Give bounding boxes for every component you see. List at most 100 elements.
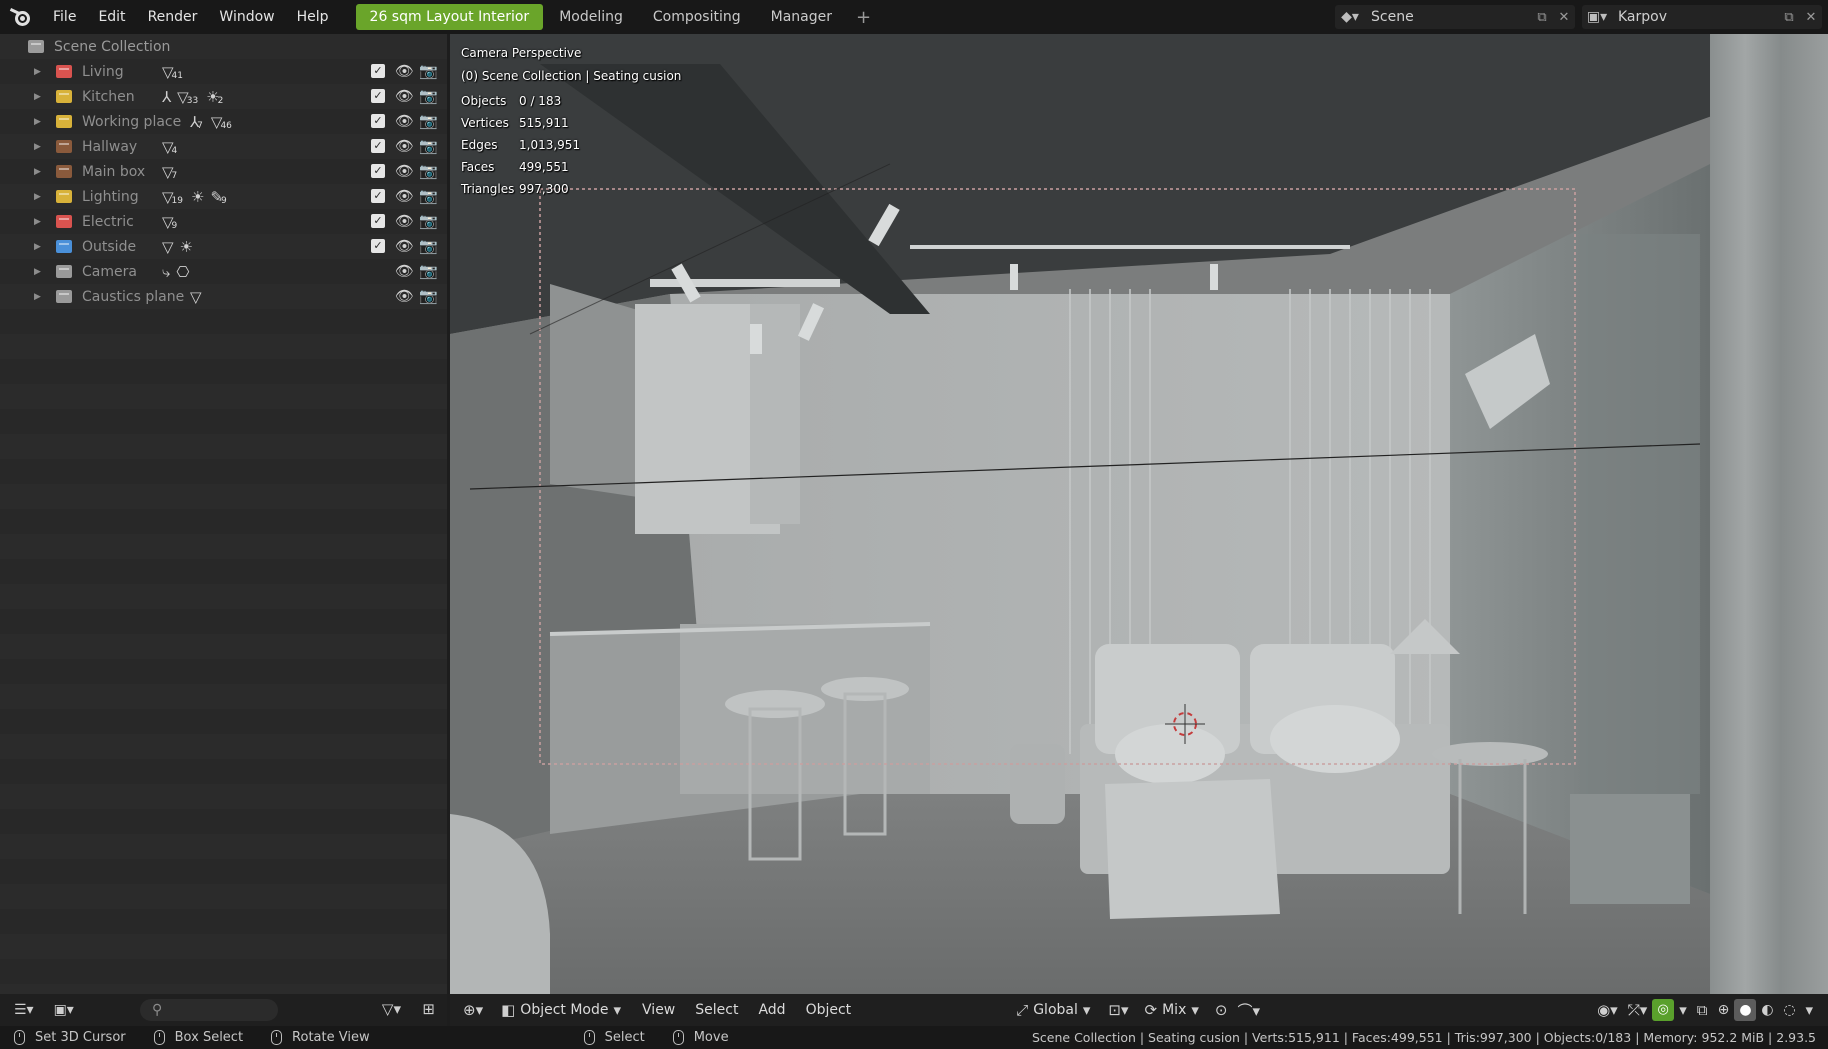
object-count-badge[interactable]: ⅄ 7 <box>190 113 203 131</box>
exclude-checkbox[interactable]: ✓ <box>371 239 385 253</box>
collection-name[interactable]: Lighting <box>82 189 162 205</box>
expand-arrow-icon[interactable]: ▶ <box>34 142 48 152</box>
eye-icon[interactable]: 👁 <box>395 187 414 205</box>
chevron-down-icon[interactable]: ▾ <box>1674 1001 1692 1019</box>
eye-icon[interactable]: 👁 <box>395 112 414 130</box>
outliner-collection-row[interactable]: ▶ Working place ⅄ 7 ▽ 46 ✓ 👁 📷 <box>0 109 447 134</box>
expand-arrow-icon[interactable]: ▶ <box>34 117 48 127</box>
expand-arrow-icon[interactable]: ▶ <box>34 92 48 102</box>
expand-arrow-icon[interactable]: ▶ <box>34 192 48 202</box>
workspace-tab-layout-interior[interactable]: 26 sqm Layout Interior <box>355 4 544 30</box>
expand-arrow-icon[interactable]: ▶ <box>34 267 48 277</box>
object-count-badge[interactable]: ▽ 41 <box>162 63 183 81</box>
eye-icon[interactable]: 👁 <box>395 62 414 80</box>
collection-name[interactable]: Main box <box>82 164 162 180</box>
workspace-tab-compositing[interactable]: Compositing <box>639 4 755 30</box>
eye-icon[interactable]: 👁 <box>395 287 414 305</box>
camera-render-icon[interactable]: 📷 <box>419 287 438 305</box>
expand-arrow-icon[interactable]: ▶ <box>34 217 48 227</box>
pivot-point-icon[interactable]: ⊡▾ <box>1103 1001 1133 1019</box>
exclude-checkbox[interactable]: ✓ <box>371 139 385 153</box>
object-count-badge[interactable]: ☀ <box>191 188 204 206</box>
outliner-root-row[interactable]: Scene Collection <box>0 34 447 59</box>
outliner-collection-row[interactable]: ▶ Outside ▽ ☀ ✓ 👁 📷 <box>0 234 447 259</box>
overlays-icon[interactable]: ◎ <box>1652 999 1675 1021</box>
visibility-icon[interactable]: ◉▾ <box>1592 1001 1623 1019</box>
collection-name[interactable]: Kitchen <box>82 89 162 105</box>
view-layer-selector[interactable]: ▣▾ Karpov ⧉ ✕ <box>1582 5 1822 29</box>
object-count-badge[interactable]: ▽ 9 <box>162 213 177 231</box>
snap-selector[interactable]: ⟳ Mix ▾ <box>1140 998 1204 1022</box>
eye-icon[interactable]: 👁 <box>395 137 414 155</box>
chevron-down-icon[interactable]: ▾ <box>1800 1001 1818 1019</box>
expand-arrow-icon[interactable]: ▶ <box>34 67 48 77</box>
falloff-icon[interactable]: ⌒▾ <box>1232 1000 1265 1021</box>
mode-selector[interactable]: ◧ Object Mode ▾ <box>496 998 632 1022</box>
menu-render[interactable]: Render <box>137 0 209 34</box>
eye-icon[interactable]: 👁 <box>395 237 414 255</box>
collection-name[interactable]: Outside <box>82 239 162 255</box>
close-scene-icon[interactable]: ✕ <box>1553 10 1575 25</box>
exclude-checkbox[interactable]: ✓ <box>371 89 385 103</box>
object-count-badge[interactable]: ⎔ <box>176 263 189 281</box>
blender-logo-icon[interactable] <box>9 6 32 28</box>
filter-icon[interactable]: ▽▾ <box>382 1000 401 1018</box>
solid-shading-icon[interactable]: ● <box>1734 999 1757 1021</box>
collection-name[interactable]: Hallway <box>82 139 162 155</box>
object-count-badge[interactable]: ☀ <box>180 238 193 256</box>
camera-render-icon[interactable]: 📷 <box>419 112 438 130</box>
transform-orientation-selector[interactable]: ⤢ Global ▾ <box>1011 998 1095 1022</box>
exclude-checkbox[interactable]: ✓ <box>371 214 385 228</box>
object-count-badge[interactable]: ▽ <box>162 238 174 256</box>
outliner-collection-row[interactable]: ▶ Kitchen ⅄ ▽ 33 ☀ 2 ✓ 👁 📷 <box>0 84 447 109</box>
object-count-badge[interactable]: ▽ 33 <box>177 88 198 106</box>
eye-icon[interactable]: 👁 <box>395 212 414 230</box>
editor-type-dropdown[interactable]: ☰▾ <box>8 1002 40 1018</box>
outliner-search-input[interactable]: ⚲ <box>140 999 278 1021</box>
exclude-checkbox[interactable]: ✓ <box>371 64 385 78</box>
scene-icon[interactable]: ◆▾ <box>1335 9 1365 25</box>
eye-icon[interactable]: 👁 <box>395 162 414 180</box>
exclude-checkbox[interactable]: ✓ <box>371 164 385 178</box>
outliner-collection-row[interactable]: ▶ Lighting ▽ 19 ☀ ✎ 9 ✓ 👁 📷 <box>0 184 447 209</box>
object-count-badge[interactable]: ⤷ <box>162 263 170 281</box>
camera-render-icon[interactable]: 📷 <box>419 162 438 180</box>
collection-name[interactable]: Working place <box>82 114 190 130</box>
collection-name[interactable]: Electric <box>82 214 162 230</box>
object-count-badge[interactable]: ☀ 2 <box>206 88 223 106</box>
outliner-collection-row[interactable]: ▶ Caustics plane ▽ 👁 📷 <box>0 284 447 309</box>
exclude-checkbox[interactable]: ✓ <box>371 114 385 128</box>
object-count-badge[interactable]: ▽ 4 <box>162 138 177 156</box>
wireframe-shading-icon[interactable]: ⊕ <box>1712 999 1734 1021</box>
camera-render-icon[interactable]: 📷 <box>419 212 438 230</box>
outliner-collection-row[interactable]: ▶ Main box ▽ 7 ✓ 👁 📷 <box>0 159 447 184</box>
display-mode-dropdown[interactable]: ▣▾ <box>48 1002 80 1018</box>
add-workspace-button[interactable]: + <box>846 7 881 28</box>
menu-help[interactable]: Help <box>286 0 340 34</box>
new-collection-icon[interactable]: ⊞ <box>422 1000 435 1018</box>
view-layer-name[interactable]: Karpov <box>1612 9 1778 25</box>
collection-name[interactable]: Living <box>82 64 162 80</box>
rendered-shading-icon[interactable]: ◌ <box>1778 999 1800 1021</box>
expand-arrow-icon[interactable]: ▶ <box>34 292 48 302</box>
outliner-collection-row[interactable]: ▶ Living ▽ 41 ✓ 👁 📷 <box>0 59 447 84</box>
collection-name[interactable]: Caustics plane <box>82 289 190 305</box>
workspace-tab-modeling[interactable]: Modeling <box>545 4 637 30</box>
view-layer-icon[interactable]: ▣▾ <box>1582 9 1612 25</box>
workspace-tab-manager[interactable]: Manager <box>757 4 846 30</box>
object-count-badge[interactable]: ▽ 19 <box>162 188 183 206</box>
proportional-editing-icon[interactable]: ⊙ <box>1210 1001 1233 1019</box>
outliner-collection-row[interactable]: ▶ Hallway ▽ 4 ✓ 👁 📷 <box>0 134 447 159</box>
menu-window[interactable]: Window <box>208 0 285 34</box>
outliner-collection-row[interactable]: ▶ Electric ▽ 9 ✓ 👁 📷 <box>0 209 447 234</box>
menu-add[interactable]: Add <box>748 994 795 1026</box>
expand-arrow-icon[interactable]: ▶ <box>34 167 48 177</box>
camera-render-icon[interactable]: 📷 <box>419 237 438 255</box>
duplicate-view-layer-icon[interactable]: ⧉ <box>1778 10 1800 25</box>
object-count-badge[interactable]: ✎ 9 <box>210 188 226 206</box>
gizmo-icon[interactable]: ⤱▾ <box>1623 1001 1653 1019</box>
duplicate-scene-icon[interactable]: ⧉ <box>1531 10 1553 25</box>
camera-render-icon[interactable]: 📷 <box>419 187 438 205</box>
object-count-badge[interactable]: ⅄ <box>162 88 171 106</box>
outliner-collection-row[interactable]: ▶ Camera ⤷ ⎔ 👁 📷 <box>0 259 447 284</box>
